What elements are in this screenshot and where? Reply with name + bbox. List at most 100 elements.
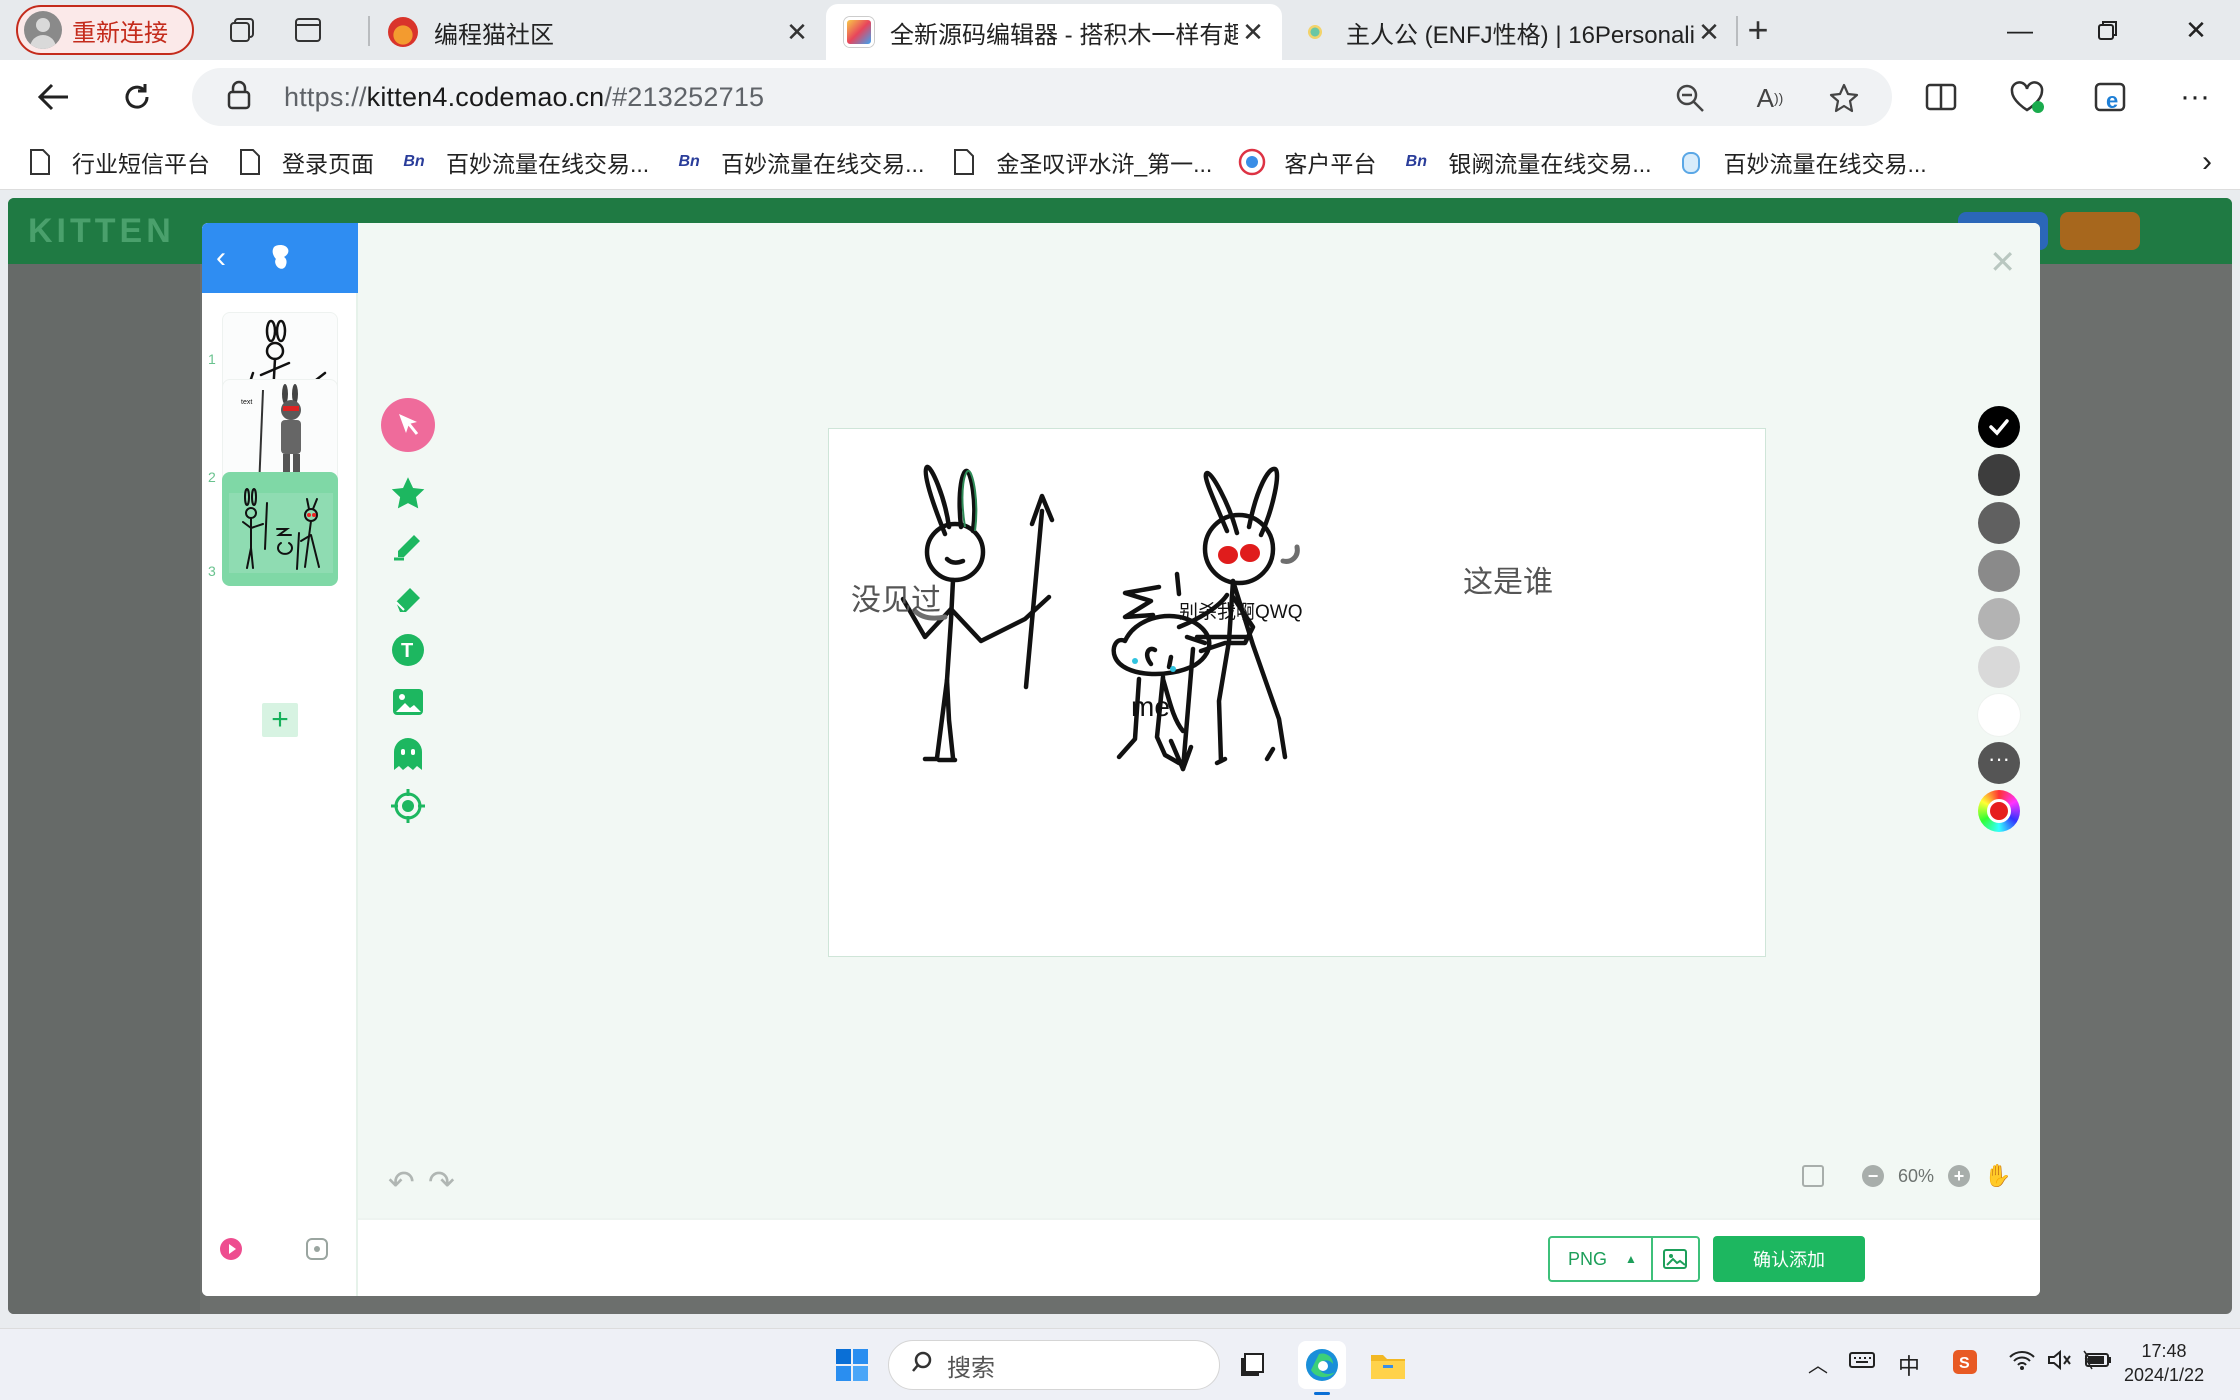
app-s-tray-icon[interactable]: S xyxy=(1952,1349,1978,1381)
wifi-icon[interactable] xyxy=(2008,1349,2036,1377)
workspaces-icon[interactable] xyxy=(224,12,260,48)
color-swatch-mid-gray[interactable] xyxy=(1978,550,2020,592)
bookmark-item[interactable]: 登录页面 xyxy=(236,145,374,179)
settings-more-icon[interactable]: ··· xyxy=(2172,74,2218,120)
avatar-icon xyxy=(24,11,62,49)
read-aloud-icon[interactable]: A)) xyxy=(1752,80,1788,116)
ime-indicator[interactable]: 中 xyxy=(1898,1349,1920,1381)
windows-start-icon[interactable] xyxy=(828,1341,876,1389)
zoom-in-button[interactable]: + xyxy=(1948,1165,1971,1187)
bookmark-item[interactable]: 金圣叹评水浒_第一... xyxy=(950,145,1212,179)
search-placeholder: 搜索 xyxy=(947,1354,995,1382)
tab-kitten-editor[interactable]: 全新源码编辑器 - 搭积木一样有趣 ✕ xyxy=(826,4,1282,60)
taskbar-search-box[interactable]: 搜索 xyxy=(888,1340,1220,1390)
confirm-add-button[interactable]: 确认添加 xyxy=(1713,1236,1865,1282)
16personalities-favicon-icon xyxy=(1300,17,1330,47)
mascot-icon xyxy=(1677,148,1705,176)
color-swatch-white[interactable] xyxy=(1978,694,2020,736)
preview-eye-icon[interactable] xyxy=(306,1238,328,1260)
restore-button[interactable] xyxy=(2064,0,2152,60)
split-screen-icon[interactable] xyxy=(1918,74,1964,120)
color-swatch-light-gray[interactable] xyxy=(1978,598,2020,640)
color-swatch-pale-gray[interactable] xyxy=(1978,646,2020,688)
color-swatch-black-selected[interactable] xyxy=(1978,406,2020,448)
minimize-button[interactable]: ― xyxy=(1976,0,2064,60)
battery-charging-icon[interactable] xyxy=(2082,1349,2114,1377)
color-swatch-gray[interactable] xyxy=(1978,502,2020,544)
volume-muted-icon[interactable] xyxy=(2046,1349,2074,1377)
svg-text:T: T xyxy=(401,640,413,662)
caption-left: 没见过 xyxy=(851,584,941,617)
image-export-icon[interactable] xyxy=(1650,1238,1698,1280)
zoom-out-button[interactable]: − xyxy=(1862,1165,1884,1187)
bookmark-item[interactable]: Bn 百妙流量在线交易... xyxy=(400,145,649,179)
bookmark-item[interactable]: Bn 百妙流量在线交易... xyxy=(675,145,925,179)
hand-pan-icon[interactable]: ✋ xyxy=(1984,1163,2011,1189)
refresh-button[interactable] xyxy=(114,74,160,120)
text-tool-icon[interactable]: T xyxy=(388,630,428,670)
fit-canvas-icon[interactable] xyxy=(1802,1165,1824,1187)
character-icon xyxy=(268,243,298,273)
task-view-icon[interactable] xyxy=(1228,1341,1276,1389)
system-clock[interactable]: 17:48 2024/1/22 xyxy=(2124,1339,2204,1387)
back-chevron-icon[interactable]: ‹ xyxy=(216,241,246,275)
ghost-character-tool-icon[interactable] xyxy=(388,734,428,774)
new-tab-button[interactable]: + xyxy=(1740,9,1776,50)
edge-browser-icon[interactable] xyxy=(1298,1341,1346,1395)
close-tab-icon[interactable]: ✕ xyxy=(1238,17,1268,48)
redo-icon[interactable]: ↷ xyxy=(428,1163,455,1201)
center-target-tool-icon[interactable] xyxy=(388,786,428,826)
select-arrow-tool-icon[interactable] xyxy=(381,398,435,452)
export-format-select[interactable]: PNG ▲ xyxy=(1548,1236,1700,1282)
url-field[interactable]: https://kitten4.codemao.cn/#213252715 A)… xyxy=(192,68,1892,126)
back-button[interactable] xyxy=(30,74,76,120)
svg-text:e: e xyxy=(2106,88,2118,113)
eraser-tool-icon[interactable] xyxy=(388,578,428,618)
page-icon xyxy=(236,148,264,176)
drawing-canvas[interactable]: 没见过 这是谁 别杀我啊QWQ me xyxy=(828,428,1766,957)
clock-time: 17:48 xyxy=(2141,1341,2187,1361)
ie-mode-icon[interactable]: e xyxy=(2088,74,2134,120)
kitten-favicon-icon xyxy=(844,17,874,47)
svg-text:S: S xyxy=(1959,1355,1970,1372)
undo-icon[interactable]: ↶ xyxy=(388,1163,415,1201)
file-explorer-icon[interactable] xyxy=(1364,1341,1412,1389)
profile-button[interactable]: 重新连接 xyxy=(16,5,194,55)
tab-title: 主人公 (ENFJ性格) | 16Personalities xyxy=(1346,21,1694,49)
favorite-star-icon[interactable] xyxy=(1826,80,1862,116)
lock-icon[interactable] xyxy=(226,80,256,115)
tab-16personalities[interactable]: 主人公 (ENFJ性格) | 16Personalities ✕ xyxy=(1282,4,1738,60)
zoom-level: 60% xyxy=(1898,1165,1935,1186)
color-swatch-dark-gray[interactable] xyxy=(1978,454,2020,496)
bookmark-item[interactable]: Bn 银阙流量在线交易... xyxy=(1402,145,1652,179)
bookmark-item[interactable]: 百妙流量在线交易... xyxy=(1677,145,1927,179)
image-tool-icon[interactable] xyxy=(388,682,428,722)
zoom-controls: − 60% + ✋ xyxy=(1802,1163,2011,1189)
more-colors-icon[interactable]: ··· xyxy=(1978,742,2020,784)
bookmark-item[interactable]: 客户平台 xyxy=(1238,145,1376,179)
clock-date: 2024/1/22 xyxy=(2124,1365,2205,1385)
close-modal-icon[interactable]: ✕ xyxy=(1989,243,2016,281)
bookmarks-bar: 行业短信平台 登录页面 Bn 百妙流量在线交易... Bn 百妙流量在线交易..… xyxy=(0,134,2240,190)
vertical-tabs-icon[interactable] xyxy=(290,12,326,48)
frame-thumbnail-3-selected[interactable] xyxy=(222,472,338,586)
page-icon xyxy=(26,148,54,176)
play-icon[interactable] xyxy=(220,1238,242,1260)
pencil-tool-icon[interactable] xyxy=(388,525,428,565)
tab-codemao-community[interactable]: 编程猫社区 ✕ xyxy=(370,4,826,60)
bookmark-item[interactable]: 行业短信平台 xyxy=(26,145,210,179)
color-wheel-icon[interactable] xyxy=(1978,790,2020,832)
show-hidden-icons-chevron[interactable]: ︿ xyxy=(1808,1349,1828,1378)
keyboard-icon[interactable] xyxy=(1848,1349,1876,1377)
address-bar-row: https://kitten4.codemao.cn/#213252715 A)… xyxy=(0,60,2240,134)
close-window-button[interactable]: ✕ xyxy=(2152,0,2240,60)
star-shape-tool-icon[interactable] xyxy=(388,473,428,513)
add-frame-button[interactable]: + xyxy=(262,703,298,737)
browser-essentials-icon[interactable] xyxy=(2004,74,2050,120)
close-tab-icon[interactable]: ✕ xyxy=(782,17,812,48)
zoom-out-icon[interactable] xyxy=(1672,80,1708,116)
close-tab-icon[interactable]: ✕ xyxy=(1694,17,1724,48)
frame-number: 2 xyxy=(208,469,216,485)
caption-middle: 别杀我啊QWQ xyxy=(1179,602,1303,623)
bookmarks-more-chevron-icon[interactable]: › xyxy=(2202,145,2212,179)
